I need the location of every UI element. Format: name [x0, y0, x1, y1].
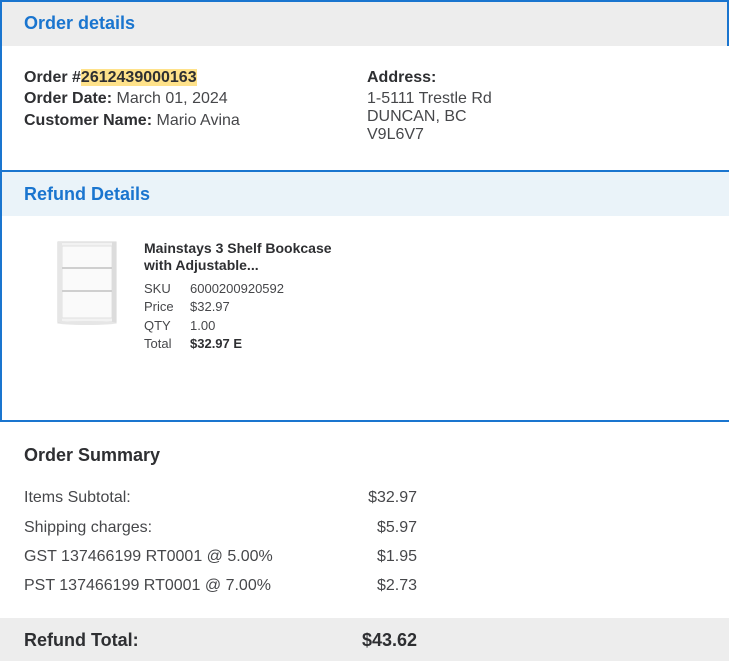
- order-date-line: Order Date: March 01, 2024: [24, 90, 228, 108]
- address-label: Address:: [367, 69, 437, 86]
- order-number-line: Order #2612439000163: [24, 69, 197, 87]
- summary-row-label: Items Subtotal:: [24, 489, 131, 506]
- refund-details-title: Refund Details: [24, 184, 151, 204]
- qty-value: 1.00: [190, 318, 216, 333]
- summary-row-value: $2.73: [376, 577, 417, 594]
- customer-name: Mario Avina: [156, 112, 240, 129]
- summary-top-border: [0, 420, 729, 422]
- refund-total-value: $43.62: [361, 630, 417, 650]
- order-number-label: Order #: [24, 69, 81, 86]
- product-image[interactable]: [50, 238, 124, 326]
- order-date-label: Order Date:: [24, 90, 113, 107]
- summary-row-value: $5.97: [376, 519, 417, 536]
- bookcase-icon: [57, 241, 117, 325]
- customer-name-label: Customer Name:: [24, 112, 153, 129]
- qty-label: QTY: [144, 318, 171, 333]
- summary-row-label: GST 137466199 RT0001 @ 5.00%: [24, 548, 273, 565]
- product-name-line2[interactable]: with Adjustable...: [144, 257, 259, 273]
- left-border-refund: [0, 170, 2, 420]
- summary-row-value: $32.97: [368, 489, 417, 506]
- top-border: [0, 0, 729, 2]
- order-summary-title: Order Summary: [24, 445, 161, 465]
- order-date: March 01, 2024: [116, 90, 228, 107]
- customer-name-line: Customer Name: Mario Avina: [24, 112, 240, 130]
- order-details-title: Order details: [24, 13, 136, 33]
- summary-row-label: Shipping charges:: [24, 519, 153, 536]
- order-number: 2612439000163: [80, 69, 197, 86]
- address-line2: DUNCAN, BC: [367, 108, 467, 125]
- left-border-order: [0, 0, 2, 170]
- address-line1: 1-5111 Trestle Rd: [367, 90, 492, 107]
- price-label: Price: [144, 299, 174, 314]
- total-label: Total: [144, 336, 172, 351]
- sku-label: SKU: [144, 281, 171, 296]
- refund-total-label: Refund Total:: [24, 630, 139, 650]
- address-line3: V9L6V7: [367, 126, 424, 143]
- total-value: $32.97 E: [190, 336, 243, 351]
- price-value: $32.97: [190, 299, 230, 314]
- summary-row-value: $1.95: [376, 548, 417, 565]
- sku-value: 6000200920592: [190, 281, 284, 296]
- summary-row-label: PST 137466199 RT0001 @ 7.00%: [24, 577, 271, 594]
- product-name-line1[interactable]: Mainstays 3 Shelf Bookcase: [144, 240, 332, 256]
